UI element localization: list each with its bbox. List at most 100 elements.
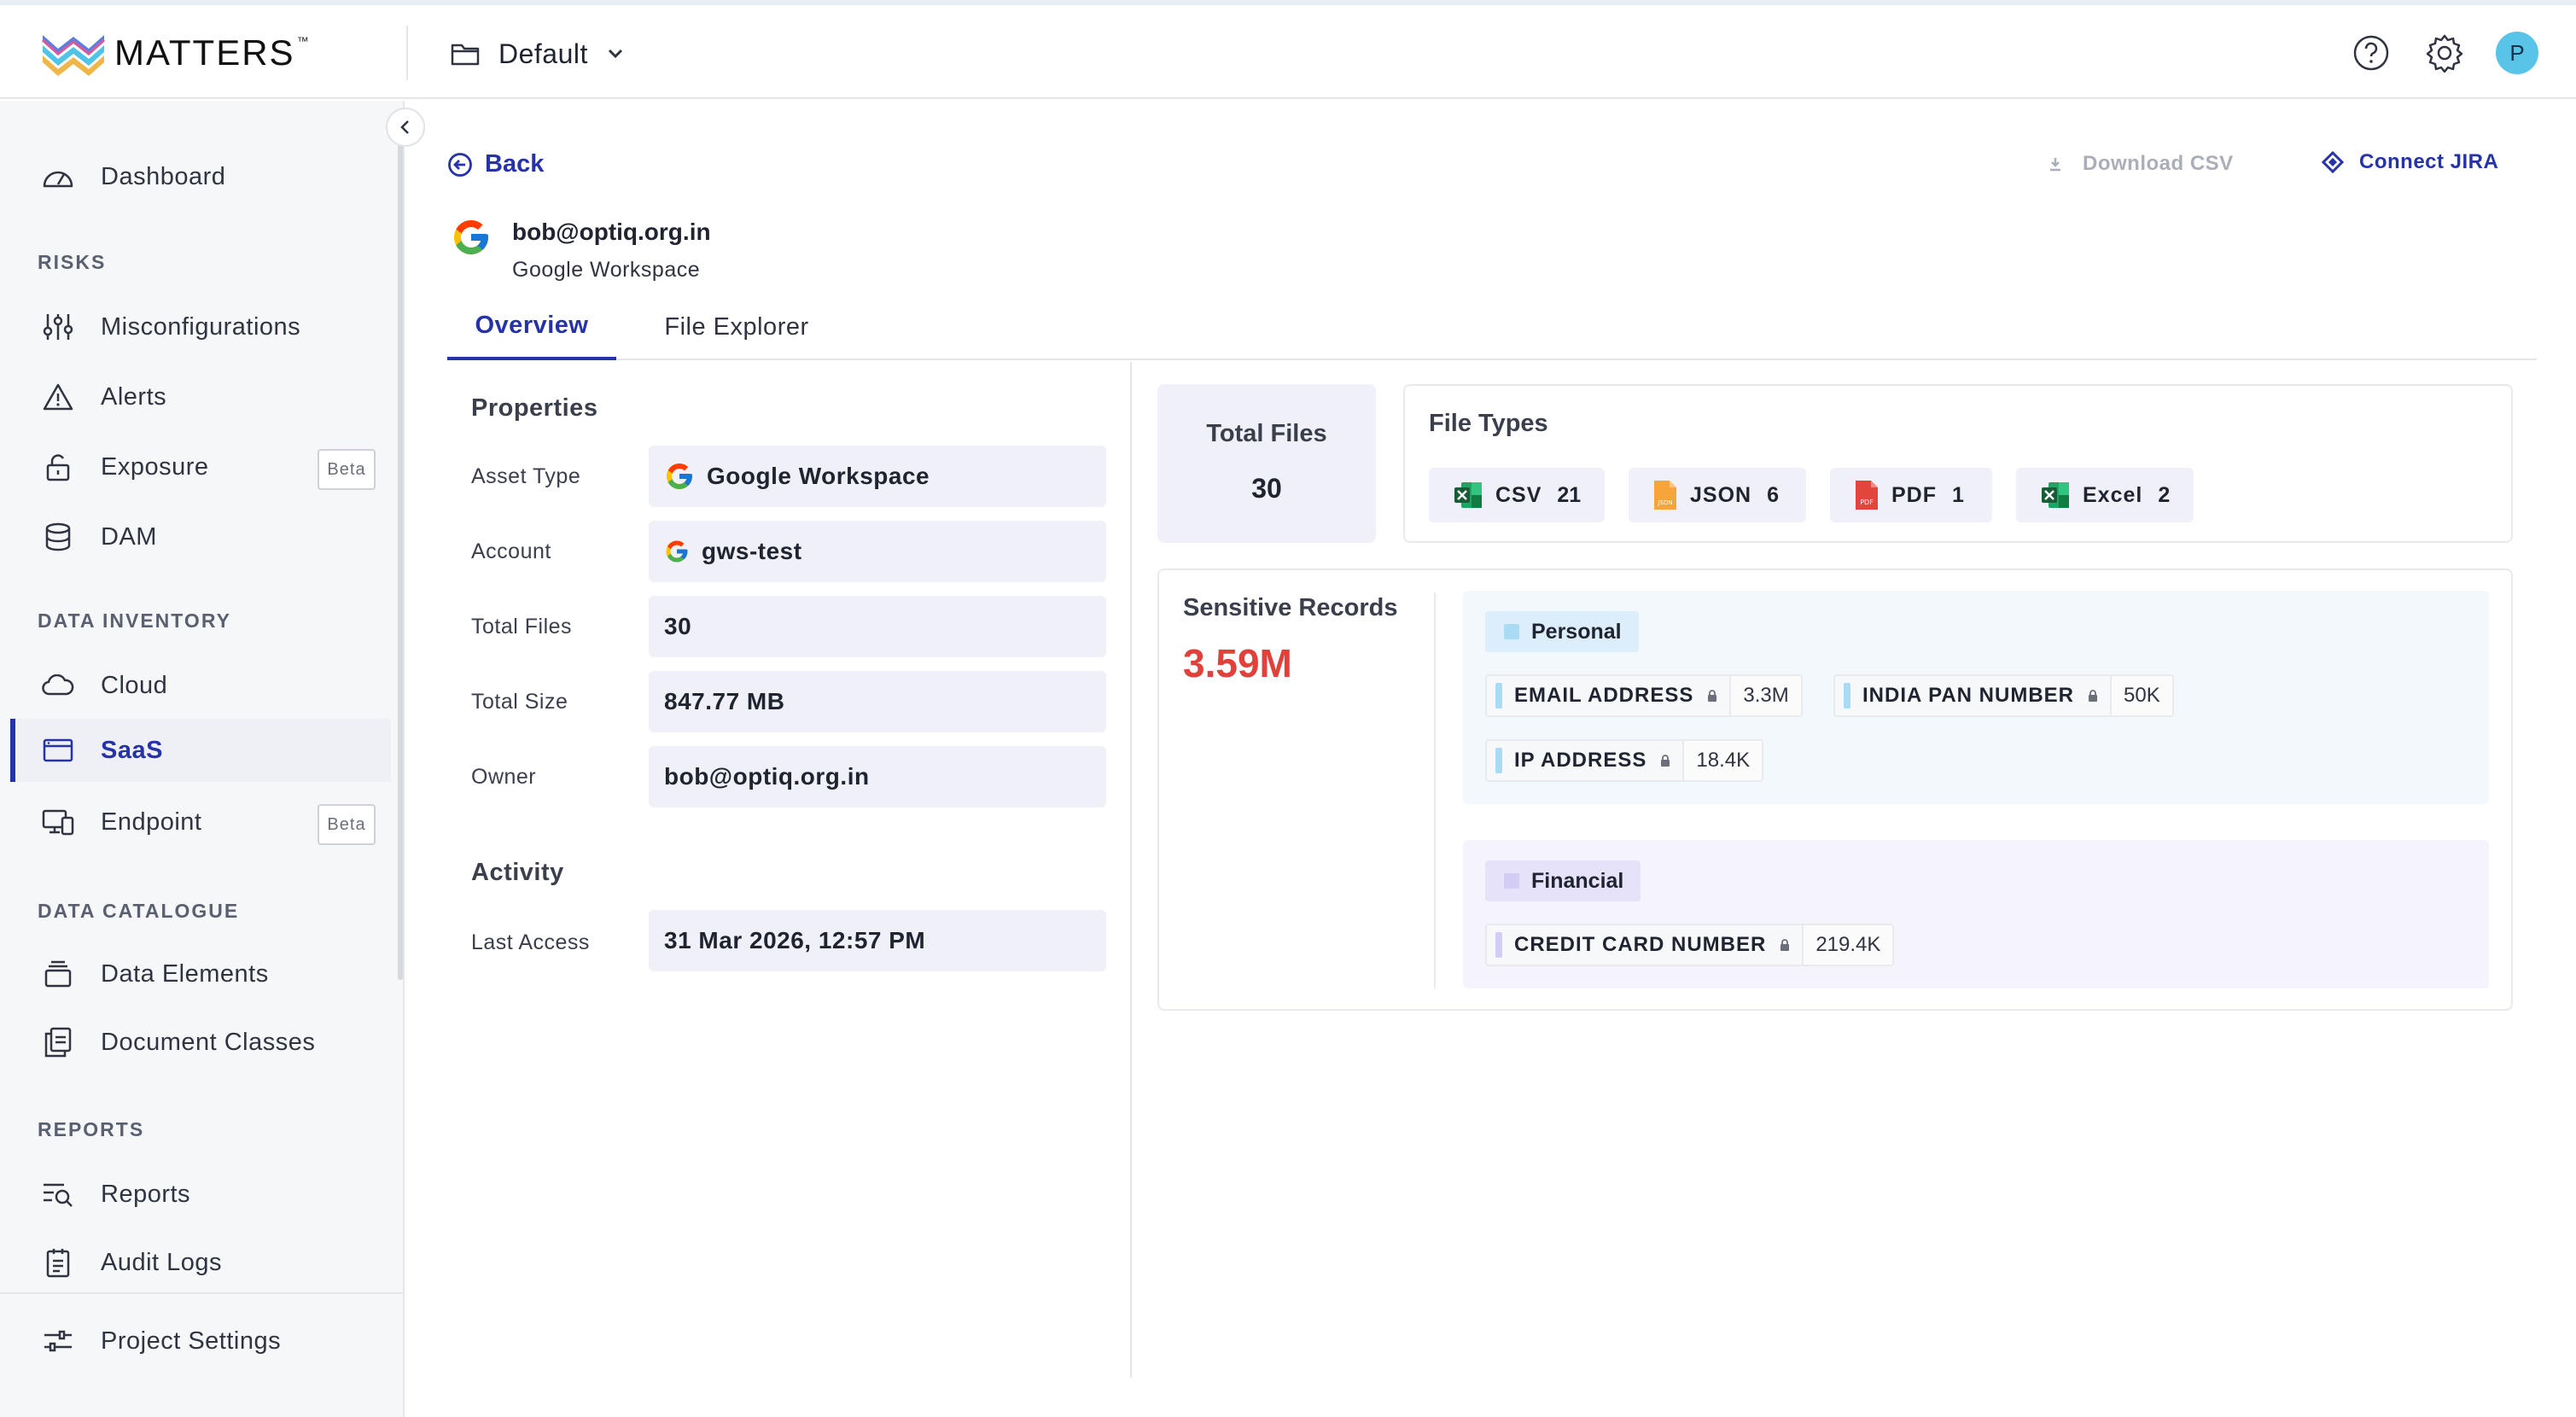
- section-label-data-catalogue: DATA CATALOGUE: [38, 900, 240, 922]
- lock-icon: [1707, 689, 1717, 703]
- record-chip-india-pan-number[interactable]: INDIA PAN NUMBER 50K: [1833, 674, 2174, 717]
- settings-button[interactable]: [2422, 31, 2467, 75]
- file-type-name: CSV: [1495, 482, 1542, 507]
- last-access-value: 31 Mar 2026, 12:57 PM: [649, 910, 1106, 971]
- jira-icon: [2322, 151, 2344, 173]
- sidebar-item-dam[interactable]: DAM: [10, 505, 391, 569]
- back-label: Back: [485, 150, 545, 178]
- record-count: 219.4K: [1802, 925, 1893, 965]
- account-text: gws-test: [702, 538, 802, 564]
- sidebar-item-cloud[interactable]: Cloud: [10, 654, 391, 717]
- group-color-swatch: [1504, 873, 1519, 889]
- record-color-bar: [1495, 932, 1502, 958]
- sidebar-item-project-settings[interactable]: Project Settings: [10, 1309, 391, 1373]
- tab-file-explorer[interactable]: File Explorer: [644, 294, 830, 360]
- sidebar-item-alerts[interactable]: Alerts: [10, 365, 391, 429]
- record-name: INDIA PAN NUMBER: [1862, 684, 2074, 707]
- beta-badge: Beta: [318, 804, 376, 845]
- sidebar-item-reports[interactable]: Reports: [10, 1163, 391, 1226]
- project-selector[interactable]: Default: [451, 32, 624, 75]
- record-count: 50K: [2110, 676, 2172, 715]
- download-icon: [2050, 158, 2060, 172]
- section-label-reports: REPORTS: [38, 1118, 145, 1140]
- record-chip-credit-card-number[interactable]: CREDIT CARD NUMBER 219.4K: [1485, 924, 1895, 966]
- file-type-count: 2: [2158, 482, 2171, 507]
- cloud-icon: [41, 668, 75, 703]
- user-avatar[interactable]: P: [2496, 32, 2538, 74]
- lock-icon: [2088, 689, 2098, 703]
- documents-icon: [41, 1025, 75, 1059]
- sensitive-records-divider: [1434, 592, 1436, 988]
- sliders-icon: [41, 310, 75, 344]
- sidebar-item-document-classes[interactable]: Document Classes: [10, 1011, 391, 1074]
- data-group-personal: Personal EMAIL ADDRESS 3.3M INDIA PAN NU…: [1463, 591, 2489, 804]
- sidebar-item-exposure[interactable]: Exposure Beta: [10, 435, 391, 499]
- total-files-value: 30: [649, 596, 1106, 657]
- asset-provider: Google Workspace: [512, 258, 701, 282]
- total-files-card: Total Files 30: [1157, 384, 1376, 543]
- chevron-left-icon: [400, 120, 409, 134]
- lock-icon: [1660, 754, 1670, 767]
- sidebar-item-label: Endpoint: [101, 808, 202, 836]
- file-type-name: PDF: [1891, 482, 1937, 507]
- file-type-pdf[interactable]: PDF PDF 1: [1830, 468, 1992, 522]
- file-type-excel[interactable]: Excel 2: [2016, 468, 2194, 522]
- record-chip-ip-address[interactable]: IP ADDRESS 18.4K: [1485, 739, 1764, 782]
- sidebar-item-label: Data Elements: [101, 959, 269, 988]
- sidebar-item-label: Document Classes: [101, 1028, 316, 1056]
- google-g-icon: [454, 220, 488, 254]
- folder-icon: [451, 44, 480, 66]
- google-g-icon: [664, 461, 695, 492]
- last-access-label: Last Access: [471, 930, 590, 954]
- project-name: Default: [498, 38, 588, 69]
- excel-file-icon: [2042, 482, 2069, 508]
- tab-overview[interactable]: Overview: [447, 294, 616, 360]
- chevron-down-icon: [608, 49, 622, 59]
- download-csv-button[interactable]: Download CSV: [2047, 152, 2234, 176]
- group-name: Financial: [1531, 868, 1624, 893]
- devices-icon: [41, 805, 75, 839]
- record-color-bar: [1495, 683, 1502, 708]
- help-button[interactable]: [2349, 31, 2393, 75]
- sidebar-item-dashboard[interactable]: Dashboard: [10, 145, 391, 208]
- file-type-count: 6: [1767, 482, 1779, 507]
- brand-logo-mark: [42, 35, 105, 76]
- sidebar-item-data-elements[interactable]: Data Elements: [10, 942, 391, 1006]
- section-label-data-inventory: DATA INVENTORY: [38, 609, 231, 632]
- brand-name: MATTERS: [114, 32, 295, 73]
- lock-icon: [1780, 938, 1790, 952]
- sidebar-collapse-button[interactable]: [386, 108, 425, 147]
- download-csv-label: Download CSV: [2083, 152, 2234, 175]
- sidebar-item-audit-logs[interactable]: Audit Logs: [10, 1231, 391, 1294]
- sidebar-item-label: DAM: [101, 522, 157, 551]
- topbar-divider: [406, 26, 408, 80]
- file-type-json[interactable]: JSON JSON 6: [1629, 468, 1806, 522]
- record-chip-email-address[interactable]: EMAIL ADDRESS 3.3M: [1485, 674, 1803, 717]
- sidebar-item-misconfigurations[interactable]: Misconfigurations: [10, 295, 391, 359]
- group-tag-personal: Personal: [1485, 611, 1639, 652]
- account-value: gws-test: [649, 521, 1106, 582]
- file-type-count: 1: [1952, 482, 1964, 507]
- sidebar-item-label: Misconfigurations: [101, 312, 301, 341]
- google-g-icon: [664, 539, 690, 564]
- total-size-label: Total Size: [471, 690, 568, 714]
- back-button[interactable]: Back: [447, 150, 544, 178]
- svg-text:JSON: JSON: [1657, 499, 1672, 506]
- sidebar-item-saas[interactable]: SaaS: [10, 719, 391, 782]
- file-type-count: 21: [1557, 482, 1582, 507]
- connect-jira-button[interactable]: Connect JIRA: [2322, 150, 2498, 174]
- brand-logo[interactable]: MATTERS ™: [41, 29, 309, 77]
- properties-title: Properties: [471, 394, 598, 422]
- record-count: 3.3M: [1729, 676, 1801, 715]
- sidebar-item-endpoint[interactable]: Endpoint Beta: [10, 790, 391, 854]
- brand-trademark: ™: [296, 34, 309, 48]
- sensitive-records-title: Sensitive Records: [1183, 594, 1398, 621]
- record-name: IP ADDRESS: [1514, 749, 1647, 772]
- sidebar-item-label: Reports: [101, 1180, 191, 1208]
- total-files-card-title: Total Files: [1206, 420, 1327, 447]
- file-type-csv[interactable]: CSV 21: [1429, 468, 1605, 522]
- record-name: CREDIT CARD NUMBER: [1514, 933, 1767, 956]
- sidebar-scrollbar[interactable]: [398, 118, 403, 980]
- account-label: Account: [471, 539, 551, 563]
- record-color-bar: [1844, 683, 1850, 708]
